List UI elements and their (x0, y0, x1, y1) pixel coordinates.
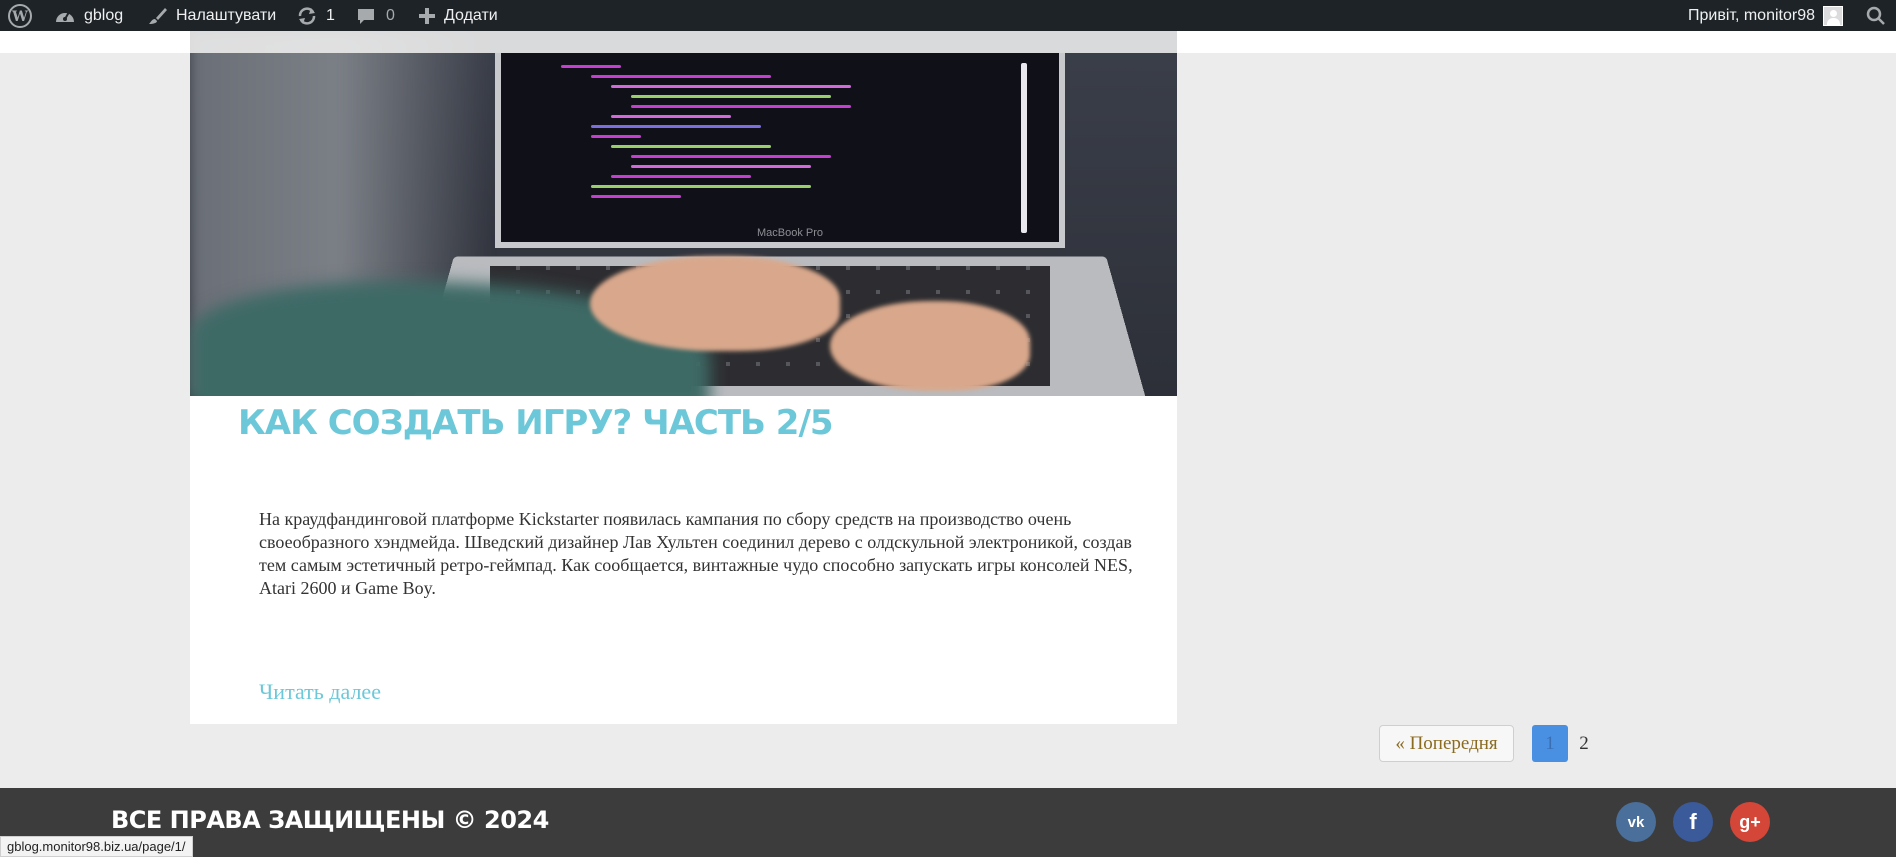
plus-icon (418, 7, 436, 25)
post-excerpt: На краудфандинговой платформе Kickstarte… (259, 509, 1133, 598)
pagination-prev-button[interactable]: « Попередня (1379, 725, 1514, 762)
avatar (1822, 5, 1843, 26)
updates-count: 1 (326, 6, 335, 24)
comments-link[interactable]: 0 (356, 0, 395, 31)
pagination-page-2[interactable]: 2 (1572, 725, 1596, 762)
site-menu[interactable]: gblog (54, 0, 123, 31)
add-new-link[interactable]: Додати (418, 0, 498, 31)
search-icon[interactable] (1866, 0, 1886, 31)
updates-link[interactable]: 1 (296, 0, 335, 31)
wordpress-logo-icon[interactable]: W (8, 0, 32, 31)
facebook-icon[interactable]: f (1673, 802, 1713, 842)
read-more-link[interactable]: Читать далее (259, 679, 381, 705)
copyright-text: ВСЕ ПРАВА ЗАЩИЩЕНЫ © 2024 (111, 806, 549, 834)
comment-icon (356, 6, 376, 26)
site-name: gblog (84, 6, 124, 24)
customize-label: Налаштувати (176, 6, 277, 24)
laptop-screen (495, 53, 1065, 248)
customize-link[interactable]: Налаштувати (148, 0, 276, 31)
brush-icon (148, 6, 168, 26)
post-featured-image[interactable]: MacBook Pro (190, 31, 1177, 396)
site-footer: ВСЕ ПРАВА ЗАЩИЩЕНЫ © 2024 vk f g+ (0, 788, 1896, 857)
image-top-fade (190, 31, 1177, 53)
greeting: Привіт, monitor98 (1688, 6, 1815, 24)
dashboard-icon (54, 6, 76, 26)
post-card: MacBook Pro Как создать игру? Часть 2/5 … (190, 31, 1177, 724)
browser-status-url: gblog.monitor98.biz.ua/page/1/ (0, 836, 193, 857)
laptop-brand-text: MacBook Pro (757, 227, 824, 239)
svg-text:W: W (11, 9, 28, 25)
vk-icon[interactable]: vk (1616, 802, 1656, 842)
admin-bar: W gblog Налаштувати 1 0 Додати Привіт, m… (0, 0, 1896, 31)
google-plus-icon[interactable]: g+ (1730, 802, 1770, 842)
updates-icon (296, 6, 318, 26)
post-title[interactable]: Как создать игру? Часть 2/5 (238, 403, 834, 443)
comments-count: 0 (386, 6, 395, 24)
image-hand-right (830, 301, 1030, 391)
pagination-current-page: 1 (1532, 725, 1568, 762)
image-hand-left (590, 256, 840, 351)
add-new-label: Додати (444, 6, 498, 24)
account-menu[interactable]: Привіт, monitor98 (1688, 0, 1843, 31)
